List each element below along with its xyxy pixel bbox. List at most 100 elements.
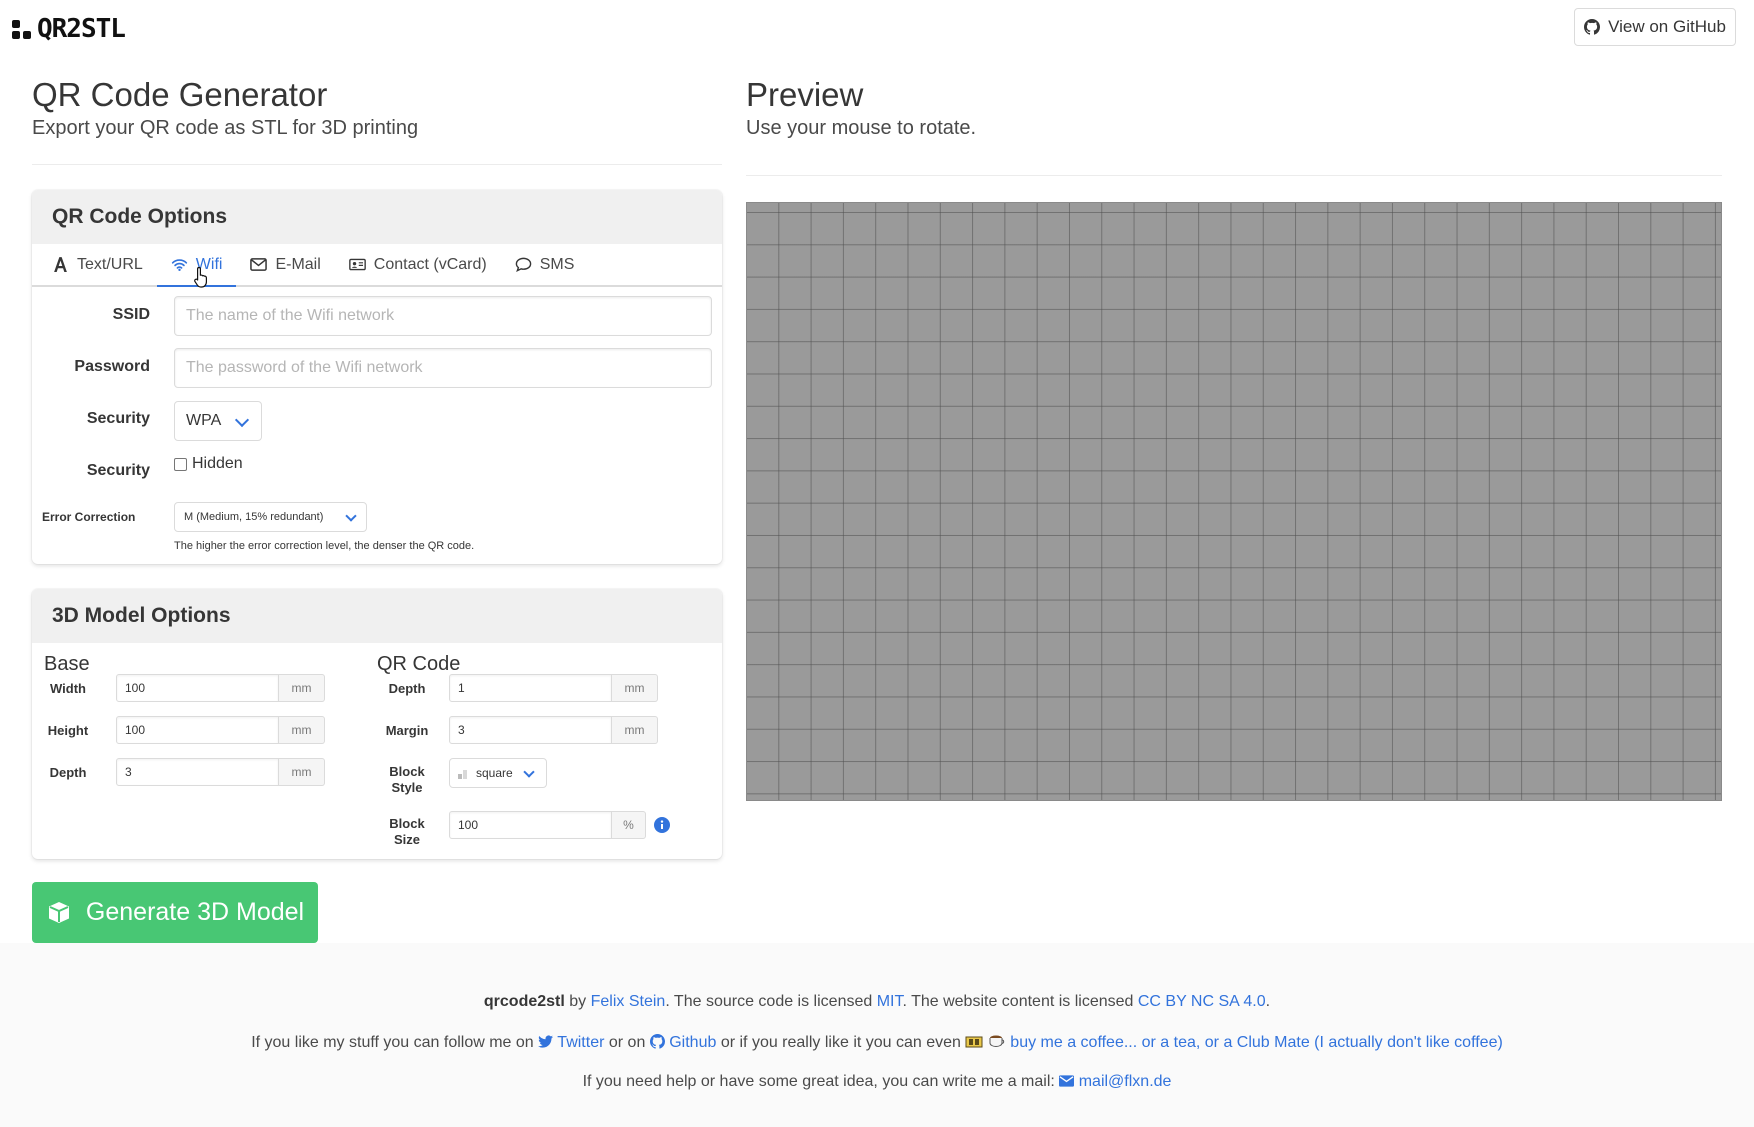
tab-label: SMS (539, 255, 575, 273)
generate-3d-model-button[interactable]: Generate 3D Model (32, 882, 318, 943)
base-width-input[interactable] (116, 674, 279, 702)
base-depth-field: mm (116, 758, 325, 786)
twitter-icon (538, 1035, 554, 1048)
generate-button-label: Generate 3D Model (85, 898, 305, 926)
security-select[interactable]: WPA (174, 401, 262, 441)
tab-sms[interactable]: SMS (501, 244, 589, 287)
tab-contact-vcard[interactable]: Contact (vCard) (335, 244, 501, 287)
qr-margin-input[interactable] (449, 716, 612, 744)
coffee-icon (989, 1035, 1005, 1048)
tab-text-url[interactable]: Text/URL (38, 244, 157, 287)
qr-margin-field: mm (449, 716, 658, 744)
security-label: Security (86, 410, 150, 427)
club-mate-icon (965, 1036, 983, 1048)
tab-email[interactable]: E-Mail (236, 244, 334, 287)
logo-text: QR2STL (37, 14, 126, 44)
block-style-value: square (476, 766, 513, 780)
tab-label: Contact (vCard) (373, 255, 487, 273)
footer-app-name: qrcode2stl (483, 993, 565, 1010)
block-size-unit: % (612, 811, 646, 839)
logo-mark-icon (12, 19, 31, 39)
page-subtitle: Export your QR code as STL for 3D printi… (32, 117, 419, 139)
wifi-icon (171, 259, 187, 272)
base-width-field: mm (116, 674, 325, 702)
qr-depth-label: Depth (388, 681, 426, 696)
chevron-down-icon (523, 766, 535, 778)
base-height-input[interactable] (116, 716, 279, 744)
password-input[interactable] (174, 348, 712, 388)
block-style-label-line2: Style (391, 780, 423, 795)
base-width-unit: mm (279, 674, 325, 702)
logo[interactable]: QR2STL (12, 14, 126, 44)
block-size-label-line2: Size (393, 832, 420, 847)
preview-3d-canvas[interactable] (746, 202, 1722, 801)
block-style-icon (458, 769, 467, 779)
security-select-value: WPA (186, 412, 222, 429)
font-icon (54, 257, 67, 272)
password-label: Password (74, 358, 150, 375)
footer-text: . (1265, 993, 1271, 1010)
github-icon (1584, 19, 1601, 35)
preview-title: Preview (746, 76, 864, 113)
block-size-field: % (449, 811, 646, 839)
hidden-checkbox[interactable] (174, 457, 187, 471)
footer-text: If you need help or have some great idea… (582, 1073, 1060, 1090)
hand-cursor-icon (194, 266, 207, 288)
footer-text: or if you really like it you can even (716, 1034, 966, 1051)
base-section-title: Base (44, 653, 90, 675)
qr-options-card: QR Code Options Text/URL Wifi E-Mail Con… (32, 190, 722, 564)
block-style-select[interactable]: square (449, 758, 547, 788)
footer-text: If you like my stuff you can follow me o… (251, 1034, 539, 1051)
error-correction-select[interactable]: M (Medium, 15% redundant) (174, 502, 367, 532)
hidden-checkbox-row[interactable]: Hidden (174, 455, 243, 473)
github-link[interactable]: Github (649, 1034, 716, 1051)
twitter-link-label: Twitter (557, 1034, 605, 1051)
preview-subtitle: Use your mouse to rotate. (746, 117, 977, 139)
block-style-label-line1: Block (389, 764, 425, 779)
block-size-label: Block Size (376, 816, 438, 848)
hidden-row-label: Security (86, 462, 150, 479)
twitter-link[interactable]: Twitter (538, 1034, 604, 1051)
base-height-field: mm (116, 716, 325, 744)
tab-label: E-Mail (275, 255, 321, 273)
error-correction-label: Error Correction (42, 510, 136, 524)
footer-text: . The source code is licensed (665, 993, 877, 1010)
qr-margin-label: Margin (385, 723, 429, 738)
base-height-unit: mm (279, 716, 325, 744)
qr-section-title: QR Code (377, 653, 461, 675)
base-depth-unit: mm (279, 758, 325, 786)
github-icon (649, 1034, 665, 1049)
hidden-checkbox-label: Hidden (192, 455, 243, 472)
qr-margin-unit: mm (612, 716, 658, 744)
mail-link[interactable]: mail@flxn.de (1059, 1073, 1171, 1090)
qr-depth-input[interactable] (449, 674, 612, 702)
block-size-input[interactable] (449, 811, 612, 839)
model-options-card: 3D Model Options Base Width mm Height mm… (32, 589, 722, 859)
left-divider (32, 164, 722, 165)
id-card-icon (348, 258, 366, 271)
view-on-github-button[interactable]: View on GitHub (1574, 8, 1736, 46)
cc-license-link[interactable]: CC BY NC SA 4.0 (1138, 993, 1266, 1010)
github-button-label: View on GitHub (1608, 17, 1726, 36)
mit-license-link[interactable]: MIT (877, 993, 903, 1010)
ssid-input[interactable] (174, 296, 712, 336)
info-icon[interactable] (654, 817, 670, 833)
qr-depth-unit: mm (612, 674, 658, 702)
base-depth-input[interactable] (116, 758, 279, 786)
footer-text: or on (604, 1034, 650, 1051)
footer-line-contact: If you need help or have some great idea… (0, 1073, 1754, 1091)
footer-line-follow: If you like my stuff you can follow me o… (0, 1033, 1754, 1052)
right-divider (746, 175, 1722, 176)
footer-text: by (564, 993, 591, 1010)
author-link[interactable]: Felix Stein (591, 993, 666, 1010)
error-correction-value: M (Medium, 15% redundant) (184, 511, 324, 523)
cube-icon (48, 901, 69, 923)
page-title: QR Code Generator (32, 76, 328, 113)
base-height-label: Height (47, 723, 89, 738)
base-width-label: Width (50, 681, 86, 696)
error-correction-help: The higher the error correction level, t… (174, 540, 475, 552)
mail-link-label: mail@flxn.de (1078, 1073, 1172, 1090)
chevron-down-icon (234, 412, 250, 428)
block-size-label-line1: Block (389, 816, 425, 831)
buy-me-a-coffee-link[interactable]: buy me a coffee... or a tea, or a Club M… (1010, 1034, 1503, 1051)
